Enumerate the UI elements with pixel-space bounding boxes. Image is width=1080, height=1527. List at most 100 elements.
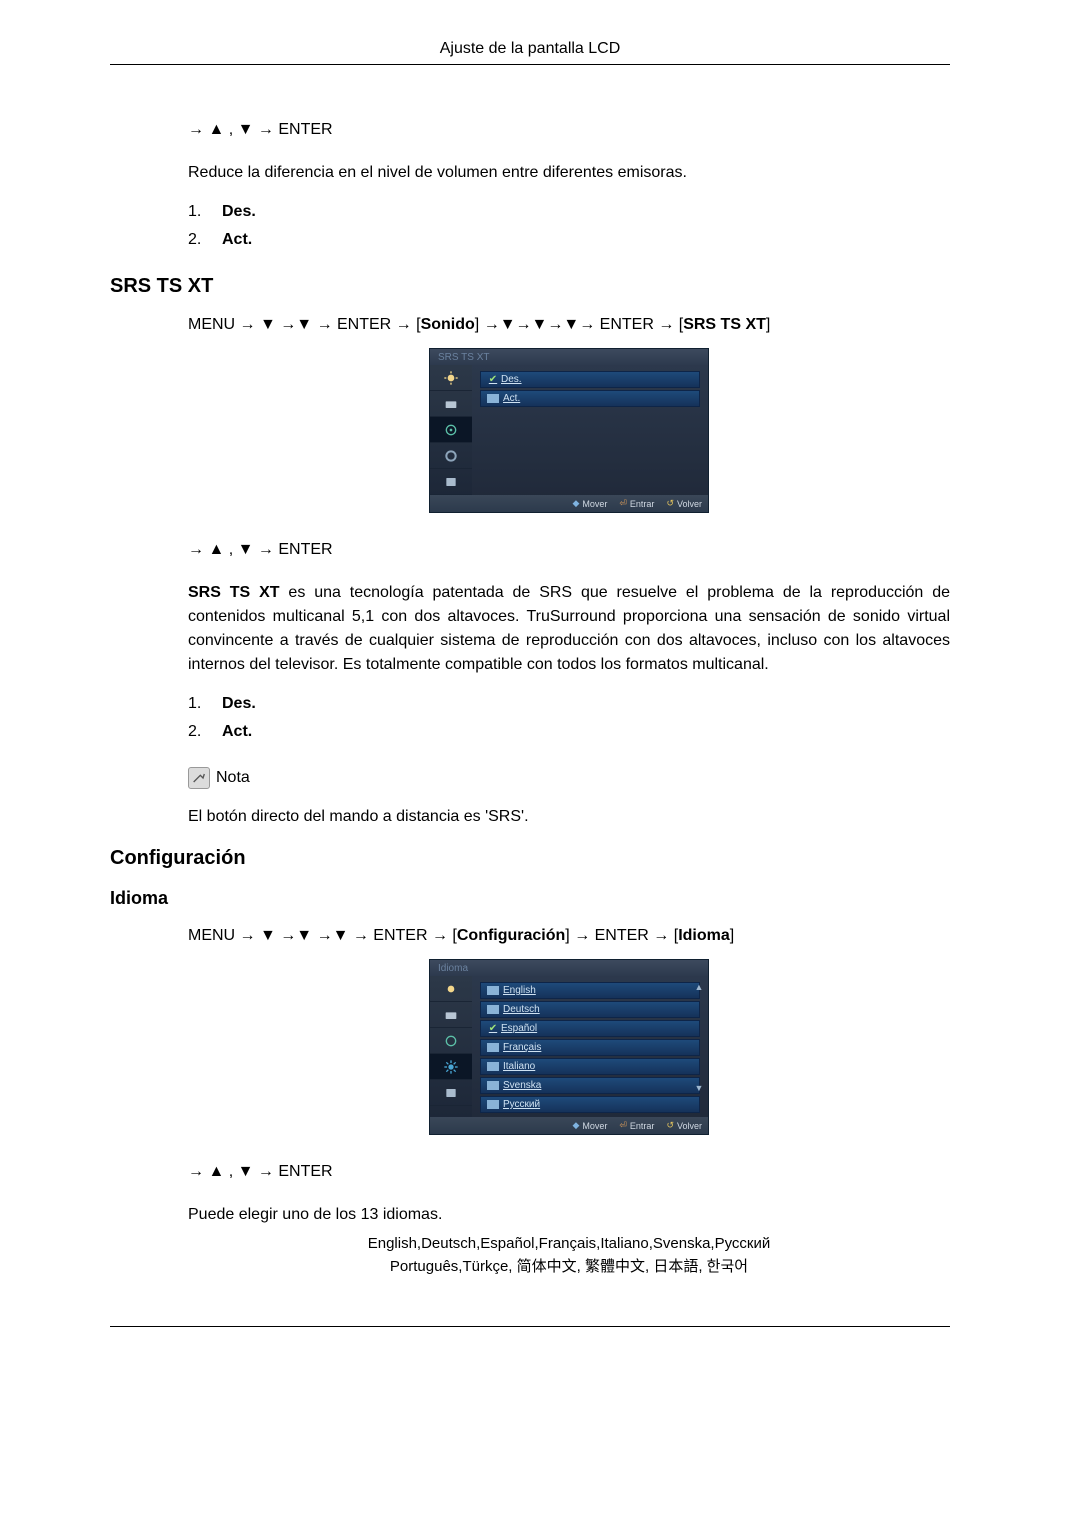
unchecked-box <box>487 1100 499 1109</box>
scroll-up-icon[interactable]: ▲ <box>694 982 704 992</box>
list-item: 1.Des. <box>188 695 950 713</box>
footer-label: Entrar <box>630 1121 655 1131</box>
osd-row[interactable]: Svenska <box>480 1077 700 1094</box>
osd-tab-picture-icon[interactable] <box>430 365 472 391</box>
osd-row-label: Deutsch <box>503 1004 540 1015</box>
srs-desc-bold: SRS TS XT <box>188 584 280 601</box>
osd-tabs <box>430 365 472 495</box>
osd-footer: ◆Mover ⏎Entrar ↺Volver <box>430 1117 708 1134</box>
osd-row[interactable]: ✔Des. <box>480 371 700 388</box>
list-label: Act. <box>222 723 252 741</box>
check-icon: ✔ <box>487 1023 499 1034</box>
list-item: 1.Des. <box>188 203 950 221</box>
srs-heading: SRS TS XT <box>110 275 950 298</box>
return-icon: ↺ <box>666 1120 674 1131</box>
path-text: ] <box>766 316 770 333</box>
note: Nota <box>188 767 950 789</box>
unchecked-box <box>487 1043 499 1052</box>
footer-mover: ◆Mover <box>572 1120 607 1131</box>
enter-icon: ⏎ <box>619 1120 627 1131</box>
osd-row[interactable]: English <box>480 982 700 999</box>
osd-tab-channel-icon[interactable] <box>430 1028 472 1054</box>
list-label: Des. <box>222 695 256 713</box>
list-num: 2. <box>188 231 222 249</box>
note-icon <box>188 767 210 789</box>
path-text: ] <box>730 927 734 944</box>
diamond-icon: ◆ <box>572 498 579 509</box>
nav-instruction: → ▲ , ▼ → ENTER <box>188 541 950 559</box>
osd-row[interactable]: Русский <box>480 1096 700 1113</box>
path-text: ] → ENTER → [ <box>565 927 678 944</box>
return-icon: ↺ <box>666 498 674 509</box>
path-strong: Configuración <box>457 927 565 944</box>
language-list: English,Deutsch,Español,Français,Italian… <box>188 1233 950 1278</box>
osd-tab-picture-icon[interactable] <box>430 976 472 1002</box>
osd-row-label: Act. <box>503 393 520 404</box>
osd-row-label: Français <box>503 1042 541 1053</box>
menu-path-config: MENU → ▼ →▼ →▼ → ENTER → [Configuración]… <box>188 927 950 945</box>
footer-label: Volver <box>677 1121 702 1131</box>
diamond-icon: ◆ <box>572 1120 579 1131</box>
list-label: Act. <box>222 231 252 249</box>
list-item: 2.Act. <box>188 723 950 741</box>
osd-row[interactable]: Deutsch <box>480 1001 700 1018</box>
unchecked-box <box>487 1062 499 1071</box>
list-label: Des. <box>222 203 256 221</box>
unchecked-box <box>487 986 499 995</box>
osd-footer: ◆Mover ⏎Entrar ↺Volver <box>430 495 708 512</box>
option-list-1: 1.Des. 2.Act. <box>188 203 950 249</box>
enter-icon: ⏎ <box>619 498 627 509</box>
scroll-down-icon[interactable]: ▼ <box>694 1083 704 1093</box>
list-item: 2.Act. <box>188 231 950 249</box>
nav-instruction: → ▲ , ▼ → ENTER <box>188 1163 950 1181</box>
idioma-heading: Idioma <box>110 888 950 909</box>
osd-row-label: Русский <box>503 1099 540 1110</box>
footer-entrar: ⏎Entrar <box>619 1120 654 1131</box>
osd-tab-gear-icon[interactable] <box>430 443 472 469</box>
note-text: El botón directo del mando a distancia e… <box>188 805 950 829</box>
osd-tab-reset-icon[interactable] <box>430 1080 472 1106</box>
bottom-rule <box>110 1326 950 1327</box>
osd-row-label: Des. <box>501 374 522 385</box>
footer-label: Mover <box>582 1121 607 1131</box>
config-heading: Configuración <box>110 847 950 870</box>
list-num: 1. <box>188 695 222 713</box>
footer-volver: ↺Volver <box>666 1120 702 1131</box>
footer-label: Entrar <box>630 499 655 509</box>
osd-row-label: Svenska <box>503 1080 541 1091</box>
footer-mover: ◆Mover <box>572 498 607 509</box>
osd-panel-idioma: Idioma ▲ English Deutsch ✔Español França… <box>429 959 709 1135</box>
osd-row[interactable]: Français <box>480 1039 700 1056</box>
path-text: ] →▼→▼→▼→ ENTER → [ <box>475 316 683 333</box>
osd-tabs <box>430 976 472 1117</box>
list-num: 2. <box>188 723 222 741</box>
osd-row[interactable]: Act. <box>480 390 700 407</box>
osd-row-label: Español <box>501 1023 537 1034</box>
unchecked-box <box>487 1081 499 1090</box>
footer-label: Volver <box>677 499 702 509</box>
osd-panel-srs: SRS TS XT ✔Des. Act. ◆Mover ⏎Entrar ↺Vol… <box>429 348 709 513</box>
osd-row[interactable]: Italiano <box>480 1058 700 1075</box>
osd-title: Idioma <box>430 960 708 976</box>
check-icon: ✔ <box>487 374 499 385</box>
path-text: MENU → ▼ →▼ → ENTER → [ <box>188 316 421 333</box>
lang-line-2: Português,Türkçe, 简体中文, 繁體中文, 日本語, 한국어 <box>188 1256 950 1279</box>
footer-entrar: ⏎Entrar <box>619 498 654 509</box>
option-list-2: 1.Des. 2.Act. <box>188 695 950 741</box>
menu-path-srs: MENU → ▼ →▼ → ENTER → [Sonido] →▼→▼→▼→ E… <box>188 316 950 334</box>
osd-row[interactable]: ✔Español <box>480 1020 700 1037</box>
note-label: Nota <box>216 769 250 787</box>
footer-label: Mover <box>582 499 607 509</box>
unchecked-box <box>487 394 499 403</box>
list-num: 1. <box>188 203 222 221</box>
idioma-desc: Puede elegir uno de los 13 idiomas. <box>188 1203 950 1227</box>
osd-tab-reset-icon[interactable] <box>430 469 472 495</box>
osd-tab-sound-icon[interactable] <box>430 391 472 417</box>
srs-desc-rest: es una tecnología patentada de SRS que r… <box>188 584 950 673</box>
osd-tab-setup-icon[interactable] <box>430 417 472 443</box>
osd-row-label: Italiano <box>503 1061 535 1072</box>
osd-row-label: English <box>503 985 536 996</box>
volume-desc: Reduce la diferencia en el nivel de volu… <box>188 161 950 185</box>
osd-tab-sound-icon[interactable] <box>430 1002 472 1028</box>
osd-tab-gear-icon[interactable] <box>430 1054 472 1080</box>
